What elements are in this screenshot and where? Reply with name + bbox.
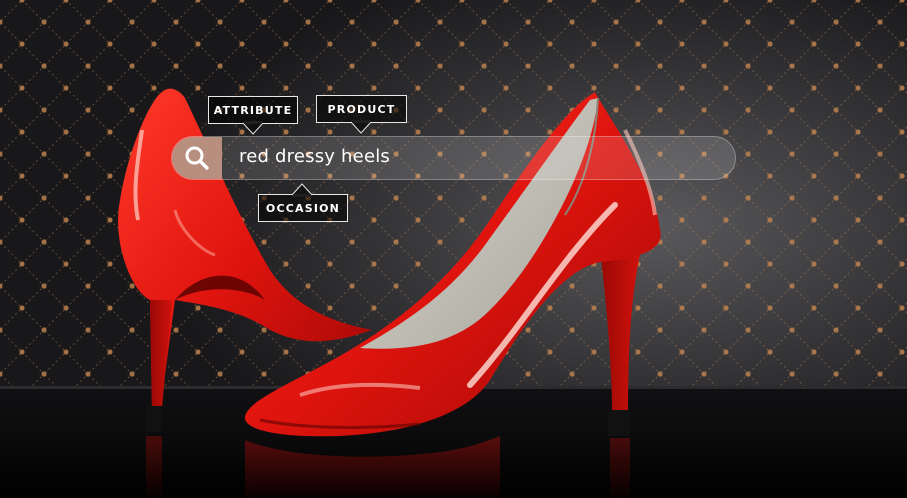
callout-pointer-up (291, 183, 313, 197)
callout-pointer (242, 121, 264, 135)
search-bar[interactable]: red dressy heels (171, 136, 736, 180)
search-query-text[interactable]: red dressy heels (239, 146, 390, 167)
tag-attribute-label: ATTRIBUTE (213, 103, 293, 117)
callout-pointer (350, 120, 372, 134)
search-button[interactable] (172, 137, 222, 179)
tag-product: PRODUCT (316, 95, 407, 134)
tag-occasion: OCCASION (258, 183, 348, 222)
hero-image (0, 0, 907, 498)
tag-product-label: PRODUCT (327, 102, 396, 116)
tag-attribute: ATTRIBUTE (208, 96, 298, 135)
tag-occasion-label: OCCASION (265, 201, 341, 215)
search-icon (185, 146, 209, 170)
